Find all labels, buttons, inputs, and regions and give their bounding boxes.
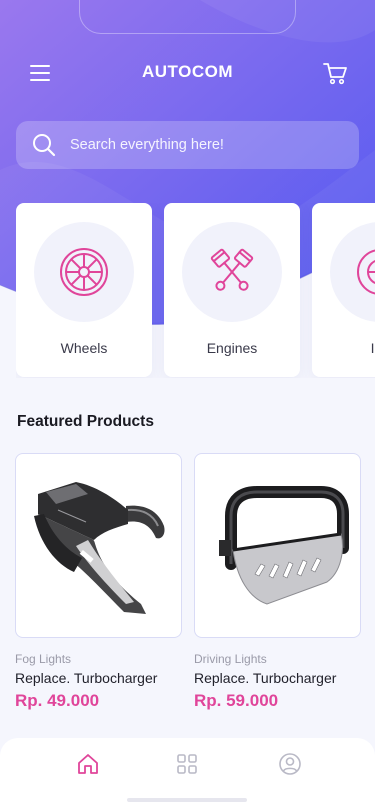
air-intake-image [34, 482, 165, 614]
home-indicator [127, 798, 247, 802]
product-category: Fog Lights [15, 652, 72, 666]
search-icon [33, 134, 56, 157]
profile-icon[interactable] [278, 752, 302, 776]
shopping-cart-icon[interactable] [322, 60, 348, 86]
search-input[interactable] [70, 121, 350, 169]
product-price: Rp. 59.000 [194, 691, 279, 710]
product-card[interactable]: Fog Lights Replace. Turbocharger Rp. 49.… [15, 453, 182, 711]
wheel-icon [60, 248, 108, 296]
pistons-icon [210, 248, 254, 291]
product-category: Driving Lights [194, 652, 267, 666]
product-name: Replace. Turbocharger [194, 670, 337, 686]
grid-icon[interactable] [175, 752, 199, 776]
product-price: Rp. 49.000 [15, 691, 100, 710]
tire-icon [357, 249, 375, 295]
category-icon-circle [330, 222, 375, 322]
home-icon[interactable] [76, 752, 100, 776]
category-card-ins[interactable]: Ins [312, 203, 375, 377]
category-carousel[interactable]: Wheels Engines I [16, 203, 375, 378]
category-icon-circle [182, 222, 282, 322]
category-card-engines[interactable]: Engines [164, 203, 300, 377]
product-name: Replace. Turbocharger [15, 670, 158, 686]
search-bar[interactable] [16, 121, 359, 169]
featured-products-heading: Featured Products [17, 413, 154, 430]
app-title: AUTOCOM [141, 62, 233, 81]
product-image [194, 453, 361, 638]
product-image [15, 453, 182, 638]
category-icon-circle [34, 222, 134, 322]
category-label: Wheels [60, 340, 108, 356]
bull-bar-image [219, 486, 349, 605]
category-card-wheels[interactable]: Wheels [16, 203, 152, 377]
device-notch [79, 0, 296, 34]
category-label: Engines [206, 340, 258, 356]
top-bar: AUTOCOM [0, 56, 375, 90]
product-card[interactable]: Driving Lights Replace. Turbocharger Rp.… [194, 453, 361, 711]
category-label: Ins [370, 340, 375, 356]
